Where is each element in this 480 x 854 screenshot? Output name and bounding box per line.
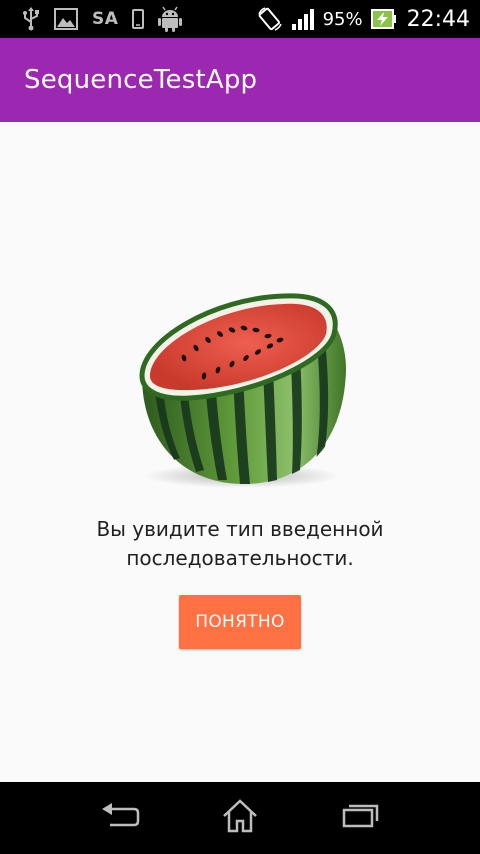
- screen: SA 95% 22:44 SequenceTestApp Вы увидите …: [0, 0, 480, 854]
- main-content: Вы увидите тип введенной последовательно…: [0, 122, 480, 782]
- status-bar-right: 95% 22:44: [249, 6, 470, 32]
- ok-button[interactable]: ПОНЯТНО: [179, 595, 301, 649]
- carrier-text: SA: [92, 9, 119, 29]
- rotate-icon: [257, 6, 283, 32]
- battery-charging-icon: [370, 9, 397, 29]
- watermelon-image: [134, 290, 350, 490]
- navigation-bar: [0, 782, 480, 854]
- app-title: SequenceTestApp: [24, 65, 258, 95]
- home-button[interactable]: [218, 798, 262, 838]
- back-icon: [100, 801, 140, 835]
- recents-icon: [340, 801, 380, 835]
- instruction-message: Вы увидите тип введенной последовательно…: [96, 517, 384, 570]
- app-bar: SequenceTestApp: [0, 38, 480, 122]
- usb-icon: [22, 7, 40, 31]
- android-icon: [158, 6, 183, 32]
- home-icon: [220, 798, 260, 838]
- clock: 22:44: [406, 6, 470, 32]
- status-bar-left: SA: [22, 6, 196, 32]
- image-icon: [54, 8, 78, 30]
- status-bar: SA 95% 22:44: [0, 0, 480, 38]
- signal-icon: [291, 8, 315, 30]
- battery-percent: 95%: [322, 8, 363, 30]
- phone-icon: [132, 9, 145, 29]
- recents-button[interactable]: [338, 800, 382, 836]
- back-button[interactable]: [98, 800, 142, 836]
